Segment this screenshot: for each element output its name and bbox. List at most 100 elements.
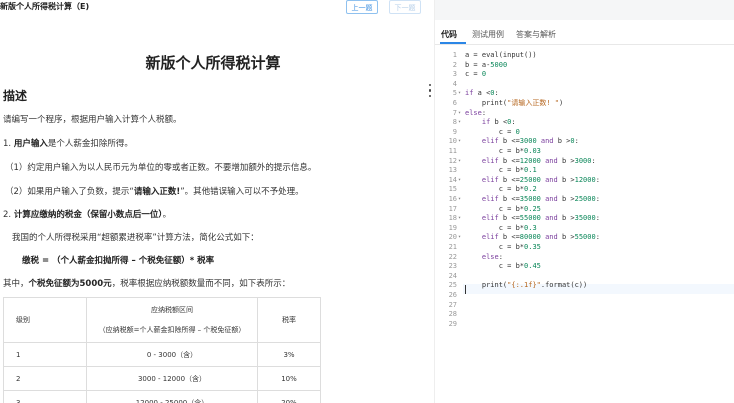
fold-arrow-icon[interactable]: ▾ [458, 176, 461, 186]
fold-arrow-icon[interactable]: ▾ [458, 195, 461, 205]
code-text: a = eval(input()) [465, 51, 537, 59]
line-number: 7 [452, 108, 457, 117]
code-line[interactable]: 6 print("请输入正数! ") [435, 99, 734, 109]
code-line[interactable]: 22 else: [435, 253, 734, 263]
header-rate: 税率 [257, 297, 321, 343]
code-line[interactable]: 5 ▾ if a <0: [435, 89, 734, 99]
editor-panel: 代码 测试用例 答案与解析 1 a = eval(input()) 2 b = a-5… [434, 0, 734, 403]
fold-arrow-icon[interactable]: ▾ [458, 137, 461, 147]
code-text: if a <0: [465, 89, 499, 98]
code-text: else: [481, 252, 503, 261]
line-number: 22 [448, 252, 457, 261]
code-line[interactable]: 10 ▾ elif b <=3000 and b >0: [435, 137, 734, 147]
sub-item-1: （1）约定用户输入为以人民币元为单位的零或者正数。不要增加额外的提示信息。 [5, 163, 317, 173]
code-text: c = b*0.1 [465, 166, 537, 175]
fold-arrow-icon[interactable]: ▾ [458, 157, 461, 167]
code-line[interactable]: 2 b = a-5000 [435, 61, 734, 71]
row-range: 12000 - 25000（含） [86, 390, 258, 403]
code-line[interactable]: 11 c = b*0.03 [435, 147, 734, 157]
code-text: elif b <=80000 and b >55000: [481, 233, 600, 242]
code-line[interactable]: 28 [435, 310, 734, 320]
drag-dot [429, 94, 432, 98]
line-number: 4 [452, 79, 457, 88]
item-2-num: 2. [3, 210, 12, 220]
prev-button[interactable]: 上一题 [346, 0, 378, 14]
editor-tabs: 代码 测试用例 答案与解析 [435, 22, 734, 45]
code-text: if b <0: [481, 118, 516, 127]
code-line[interactable]: 20 ▾ elif b <=80000 and b >55000: [435, 233, 734, 243]
code-text: elif b <=12000 and b >3000: [481, 156, 596, 165]
code-line[interactable]: 9 c = 0 [435, 128, 734, 138]
line-number: 23 [448, 262, 457, 271]
code-line[interactable]: 24 [435, 272, 734, 282]
table-row: 1 0 - 3000（含） 3% [3, 342, 321, 367]
line-number: 26 [448, 291, 457, 299]
code-line[interactable]: 14 ▾ elif b <=25000 and b >12000: [435, 176, 734, 186]
code-line[interactable]: 27 [435, 301, 734, 311]
tab-code[interactable]: 代码 [441, 29, 457, 40]
code-line[interactable]: 8 ▾ if b <0: [435, 118, 734, 128]
fold-arrow-icon[interactable]: ▾ [458, 214, 461, 224]
fold-arrow-icon[interactable]: ▾ [458, 109, 461, 119]
note-text: 其中，个税免征额为5000元，税率根据应纳税额数量而不同，如下表所示： [3, 277, 290, 289]
line-number: 3 [452, 70, 457, 79]
code-line[interactable]: 18 ▾ elif b <=55000 and b >35000: [435, 214, 734, 224]
fold-arrow-icon[interactable]: ▾ [458, 89, 461, 99]
code-text: c = b*0.2 [465, 185, 537, 194]
fold-arrow-icon[interactable]: ▾ [458, 118, 461, 128]
table-row: 3 12000 - 25000（含） 20% [3, 390, 321, 403]
line-number: 12 [448, 156, 457, 165]
code-line[interactable]: 26 [435, 291, 734, 301]
line-number: 27 [448, 300, 457, 309]
code-line[interactable]: 15 c = b*0.2 [435, 185, 734, 195]
code-line[interactable]: 3 c = 0 [435, 70, 734, 80]
code-text: elif b <=25000 and b >12000: [481, 175, 600, 184]
code-editor[interactable]: 1a = eval(input()) 2 b = a-5000 3 c = 0 4 5 ▾ if… [435, 46, 734, 403]
item-2: 2. 计算应缴纳的税金（保留小数点后一位）。 [3, 208, 171, 220]
line-number: 17 [448, 204, 457, 213]
line-number: 8 [452, 118, 457, 127]
code-line[interactable]: 29 [435, 320, 734, 330]
code-line[interactable]: 4 [435, 80, 734, 90]
tab-test-cases[interactable]: 测试用例 [472, 29, 504, 40]
line-number: 11 [448, 147, 457, 155]
row-level: 1 [3, 342, 87, 367]
item-2-bold: 计算应缴纳的税金（保留小数点后一位） [13, 210, 163, 220]
sub-item-2: （2）如果用户输入了负数，提示“请输入正数!”。其他错误输入可以不予处理。 [5, 185, 304, 197]
code-line[interactable]: 25 print("{:.1f}".format(c)) [435, 281, 734, 291]
header-range-line-2: （应纳税额=个人薪金扣除所得 – 个税免征额） [98, 326, 246, 334]
note-bold: 个税免征额为5000元 [28, 279, 112, 289]
line-number: 9 [452, 127, 457, 136]
panel-splitter[interactable] [426, 0, 434, 403]
drag-dot [429, 89, 432, 92]
next-button[interactable]: 下一题 [389, 0, 421, 14]
code-line[interactable]: 1 a = eval(input()) [435, 51, 734, 61]
code-line[interactable]: 23 c = b*0.45 [435, 262, 734, 272]
row-level: 3 [3, 390, 87, 403]
sub-item-2-bold: 请输入正数! [133, 187, 181, 197]
code-line[interactable]: 19 c = b*0.3 [435, 224, 734, 234]
line-number: 28 [448, 310, 457, 319]
code-line[interactable]: 21 c = b*0.35 [435, 243, 734, 253]
tab-answer[interactable]: 答案与解析 [516, 29, 556, 40]
code-text: b = a-5000 [465, 60, 508, 69]
code-text: elif b <=3000 and b >0: [481, 137, 579, 146]
row-rate: 3% [257, 342, 321, 367]
code-line[interactable]: 17 c = b*0.25 [435, 205, 734, 215]
line-number: 15 [448, 185, 457, 194]
active-tab-indicator [440, 42, 466, 44]
code-line[interactable]: 16 ▾ elif b <=35000 and b >25000: [435, 195, 734, 205]
line-number: 16 [448, 195, 457, 203]
fold-arrow-icon[interactable]: ▾ [458, 233, 461, 243]
row-rate: 20% [257, 390, 321, 403]
line-number: 19 [448, 223, 457, 232]
drag-dot [429, 84, 432, 87]
code-line[interactable]: 12 ▾ elif b <=12000 and b >3000: [435, 157, 734, 167]
formula-text: 缴税 = （个人薪金扣抛所得 – 个税免征额）* 税率 [22, 256, 215, 266]
note-post: ，税率根据应纳税额数量而不同，如下表所示： [111, 279, 291, 289]
intro-text: 请编写一个程序，根据用户输入计算个人税额。 [3, 115, 182, 125]
header-range: 应纳税额区间 （应纳税额=个人薪金扣除所得 – 个税免征额） [86, 297, 258, 343]
drag-handle-icon[interactable] [429, 84, 432, 100]
code-line[interactable]: 7 ▾ else: [435, 109, 734, 119]
code-line[interactable]: 13 c = b*0.1 [435, 166, 734, 176]
